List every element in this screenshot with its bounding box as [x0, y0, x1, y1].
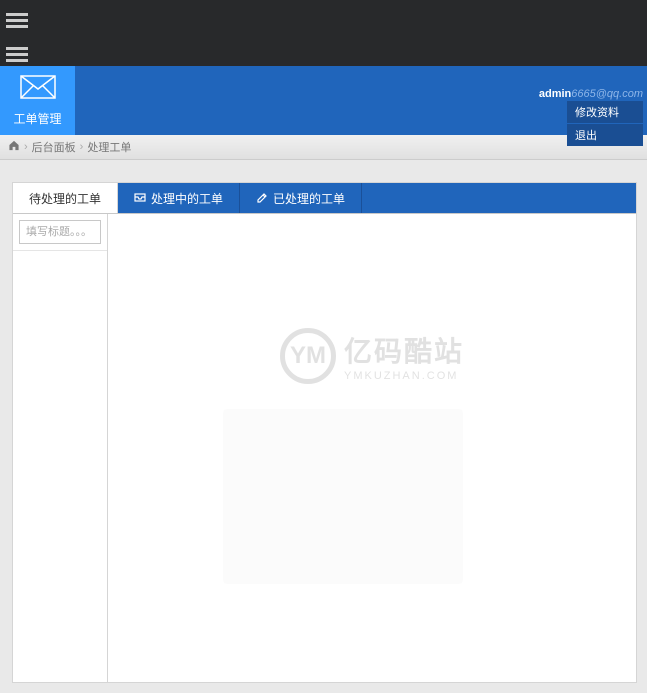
chevron-right-icon: › [80, 141, 84, 153]
inbox-icon [134, 191, 151, 206]
edit-profile-link[interactable]: 修改资料 [567, 101, 643, 123]
tab-pending[interactable]: 待处理的工单 [13, 183, 118, 213]
user-name: admin [539, 88, 571, 100]
watermark-main: 亿码酷站 [344, 330, 464, 370]
tab-done[interactable]: 已处理的工单 [240, 183, 362, 213]
logout-link[interactable]: 退出 [567, 124, 643, 146]
home-icon[interactable] [8, 140, 20, 154]
side-panel [13, 214, 108, 682]
watermark: YM 亿码酷站 YMKUZHAN.COM [280, 328, 464, 384]
envelope-icon [20, 75, 56, 104]
main-area: YM 亿码酷站 YMKUZHAN.COM [108, 214, 636, 682]
top-bar [0, 0, 647, 66]
watermark-sub: YMKUZHAN.COM [344, 370, 464, 382]
hamburger-menu-sidebar[interactable] [6, 40, 28, 69]
tab-label: 已处理的工单 [273, 190, 345, 207]
edit-icon [256, 191, 273, 206]
header: 工单管理 admin6665@qq.com 修改资料 退出 [0, 66, 647, 135]
chevron-right-icon: › [24, 141, 28, 153]
tab-label: 待处理的工单 [29, 190, 101, 207]
watermark-logo: YM [280, 328, 336, 384]
panel-body: YM 亿码酷站 YMKUZHAN.COM [13, 214, 636, 682]
hamburger-menu-top[interactable] [6, 6, 28, 35]
user-info: admin6665@qq.com [539, 88, 643, 100]
content: 待处理的工单 处理中的工单 已处理的工单 [0, 160, 647, 683]
breadcrumb-current: 处理工单 [87, 139, 131, 155]
tab-processing[interactable]: 处理中的工单 [118, 183, 240, 213]
tabs: 待处理的工单 处理中的工单 已处理的工单 [13, 183, 636, 214]
breadcrumb-home[interactable]: 后台面板 [32, 139, 76, 155]
tab-panel: 待处理的工单 处理中的工单 已处理的工单 [12, 182, 637, 683]
search-box [13, 214, 107, 251]
breadcrumb: › 后台面板 › 处理工单 [0, 135, 647, 160]
user-email: 6665@qq.com [571, 88, 643, 100]
module-card[interactable]: 工单管理 [0, 66, 75, 135]
title-search-input[interactable] [19, 220, 101, 244]
user-menu: 修改资料 退出 [567, 101, 643, 147]
tab-label: 处理中的工单 [151, 190, 223, 207]
ghost-placeholder [223, 409, 463, 584]
header-right: admin6665@qq.com 修改资料 退出 [75, 66, 647, 135]
module-label: 工单管理 [13, 110, 61, 127]
